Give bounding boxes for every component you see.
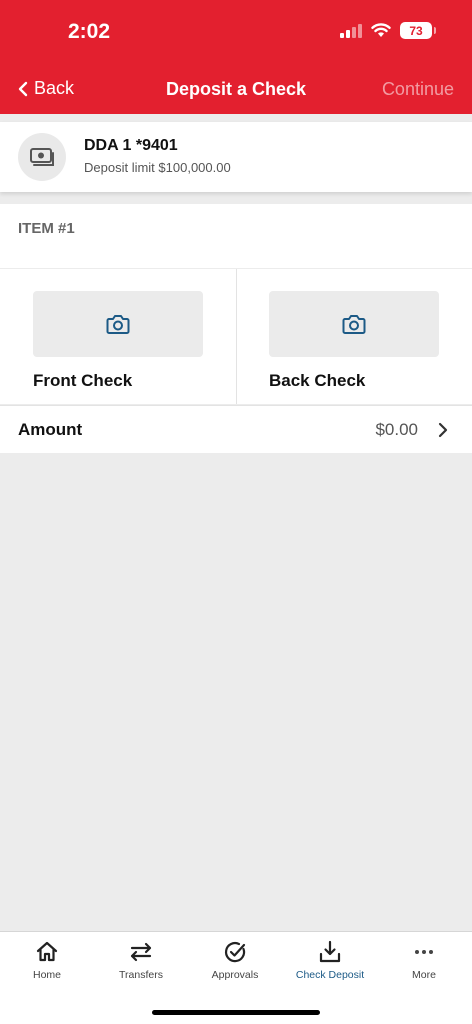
nav-bar: Back Deposit a Check Continue [0, 70, 472, 110]
account-avatar [18, 133, 66, 181]
tab-label: Transfers [119, 969, 163, 981]
deposit-limit: Deposit limit $100,000.00 [84, 160, 231, 175]
status-time: 2:02 [68, 20, 111, 43]
amount-label: Amount [18, 420, 83, 439]
cash-icon [30, 148, 54, 166]
home-indicator [152, 1010, 320, 1015]
check-circle-icon [224, 942, 246, 963]
item-label: ITEM #1 [18, 220, 75, 237]
amount-row[interactable]: Amount $0.00 [0, 405, 472, 453]
account-name: DDA 1 *9401 [84, 137, 178, 154]
chevron-right-icon [438, 422, 448, 438]
back-check-label: Back Check [269, 371, 366, 390]
tab-check-deposit[interactable]: Check Deposit [283, 932, 377, 992]
column-divider [236, 269, 237, 404]
wifi-icon [371, 23, 391, 37]
tab-label: Approvals [211, 969, 259, 981]
status-bar: 2:02 73 [0, 0, 472, 62]
tab-label: Check Deposit [295, 969, 365, 981]
camera-icon [106, 315, 130, 334]
front-check-capture-button[interactable] [33, 291, 203, 357]
back-check-capture-button[interactable] [269, 291, 439, 357]
download-tray-icon [319, 940, 341, 963]
tab-label: Home [32, 969, 61, 981]
continue-button[interactable]: Continue [382, 79, 454, 100]
signal-icon [340, 23, 362, 38]
tab-label: More [412, 969, 436, 981]
transfer-arrows-icon [130, 942, 152, 962]
front-check-label: Front Check [33, 371, 133, 390]
tab-more[interactable]: More [377, 932, 471, 992]
tab-approvals[interactable]: Approvals [188, 932, 282, 992]
battery-level: 73 [409, 23, 423, 38]
home-icon [36, 941, 58, 962]
amount-value: $0.00 [375, 420, 418, 439]
battery-icon: 73 [400, 22, 436, 39]
status-icons: 73 [340, 22, 436, 39]
more-dots-icon [415, 950, 433, 954]
tab-transfers[interactable]: Transfers [94, 932, 188, 992]
account-selector[interactable]: DDA 1 *9401 Deposit limit $100,000.00 [0, 122, 472, 192]
check-item-section: ITEM #1 Front Check Back Check [0, 204, 472, 404]
app-header: 2:02 73 Back Deposit a Check Continue [0, 0, 472, 114]
tab-home[interactable]: Home [0, 932, 94, 992]
camera-icon [342, 315, 366, 334]
